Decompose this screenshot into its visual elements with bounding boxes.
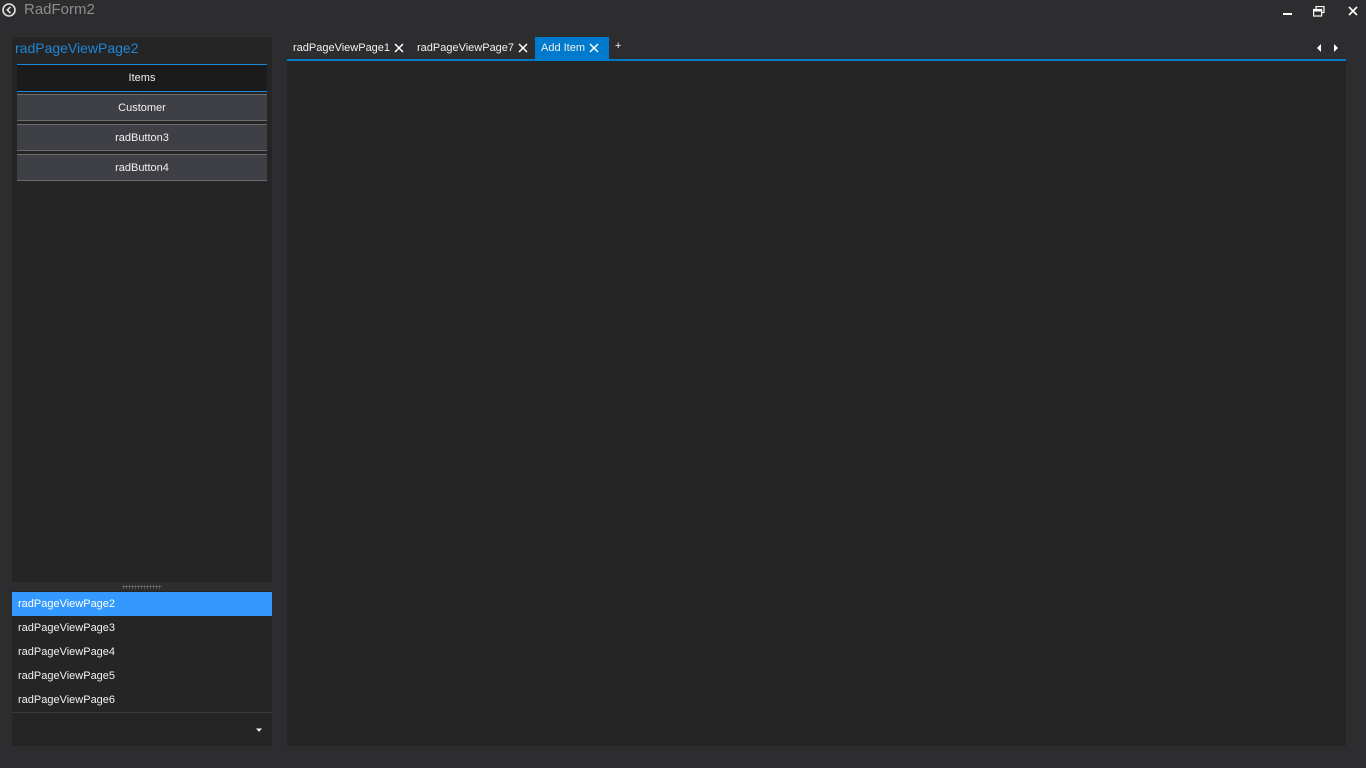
radbutton3-button[interactable]: radButton3 — [17, 124, 267, 151]
customer-button[interactable]: Customer — [17, 94, 267, 121]
close-icon[interactable] — [518, 43, 528, 53]
tab-label: Add Item — [541, 42, 586, 54]
page-list: radPageViewPage2 radPageViewPage3 radPag… — [12, 591, 272, 712]
list-item-radpageviewpage3[interactable]: radPageViewPage3 — [12, 616, 272, 640]
tab-strip: radPageViewPage1 radPageViewPage7 Add It… — [287, 37, 1346, 61]
scroll-left-icon[interactable] — [1315, 43, 1323, 53]
restore-icon — [1313, 5, 1325, 17]
tab-label: radPageViewPage7 — [417, 42, 515, 54]
close-icon — [1348, 6, 1358, 16]
restore-button[interactable] — [1303, 0, 1335, 22]
title-bar: RadForm2 — [0, 0, 1366, 22]
window-title: RadForm2 — [24, 1, 95, 18]
minimize-icon — [1283, 13, 1292, 15]
navigation-view-panel: radPageViewPage2 Items Customer radButto… — [12, 37, 272, 582]
tab-radpageviewpage7[interactable]: radPageViewPage7 — [411, 37, 531, 59]
list-item-radpageviewpage4[interactable]: radPageViewPage4 — [12, 640, 272, 664]
minimize-button[interactable] — [1272, 0, 1304, 22]
chevron-down-icon[interactable] — [254, 725, 264, 735]
grip-icon — [122, 585, 162, 589]
new-tab-button[interactable]: + — [615, 40, 621, 52]
page-title: radPageViewPage2 — [15, 40, 139, 56]
app-icon[interactable] — [2, 3, 16, 17]
splitter-handle[interactable] — [12, 582, 272, 591]
items-button[interactable]: Items — [17, 65, 267, 92]
list-item-radpageviewpage5[interactable]: radPageViewPage5 — [12, 664, 272, 688]
list-item-radpageviewpage2[interactable]: radPageViewPage2 — [12, 592, 272, 616]
radbutton4-button[interactable]: radButton4 — [17, 154, 267, 181]
tab-label: radPageViewPage1 — [293, 42, 391, 54]
tab-radpageviewpage1[interactable]: radPageViewPage1 — [287, 37, 409, 59]
tab-add-item[interactable]: Add Item — [535, 37, 609, 59]
overflow-bar — [12, 712, 272, 746]
close-icon[interactable] — [589, 43, 599, 53]
page-content — [287, 61, 1346, 746]
list-item-radpageviewpage6[interactable]: radPageViewPage6 — [12, 688, 272, 712]
close-icon[interactable] — [394, 43, 404, 53]
close-button[interactable] — [1337, 0, 1366, 22]
scroll-right-icon[interactable] — [1332, 43, 1340, 53]
